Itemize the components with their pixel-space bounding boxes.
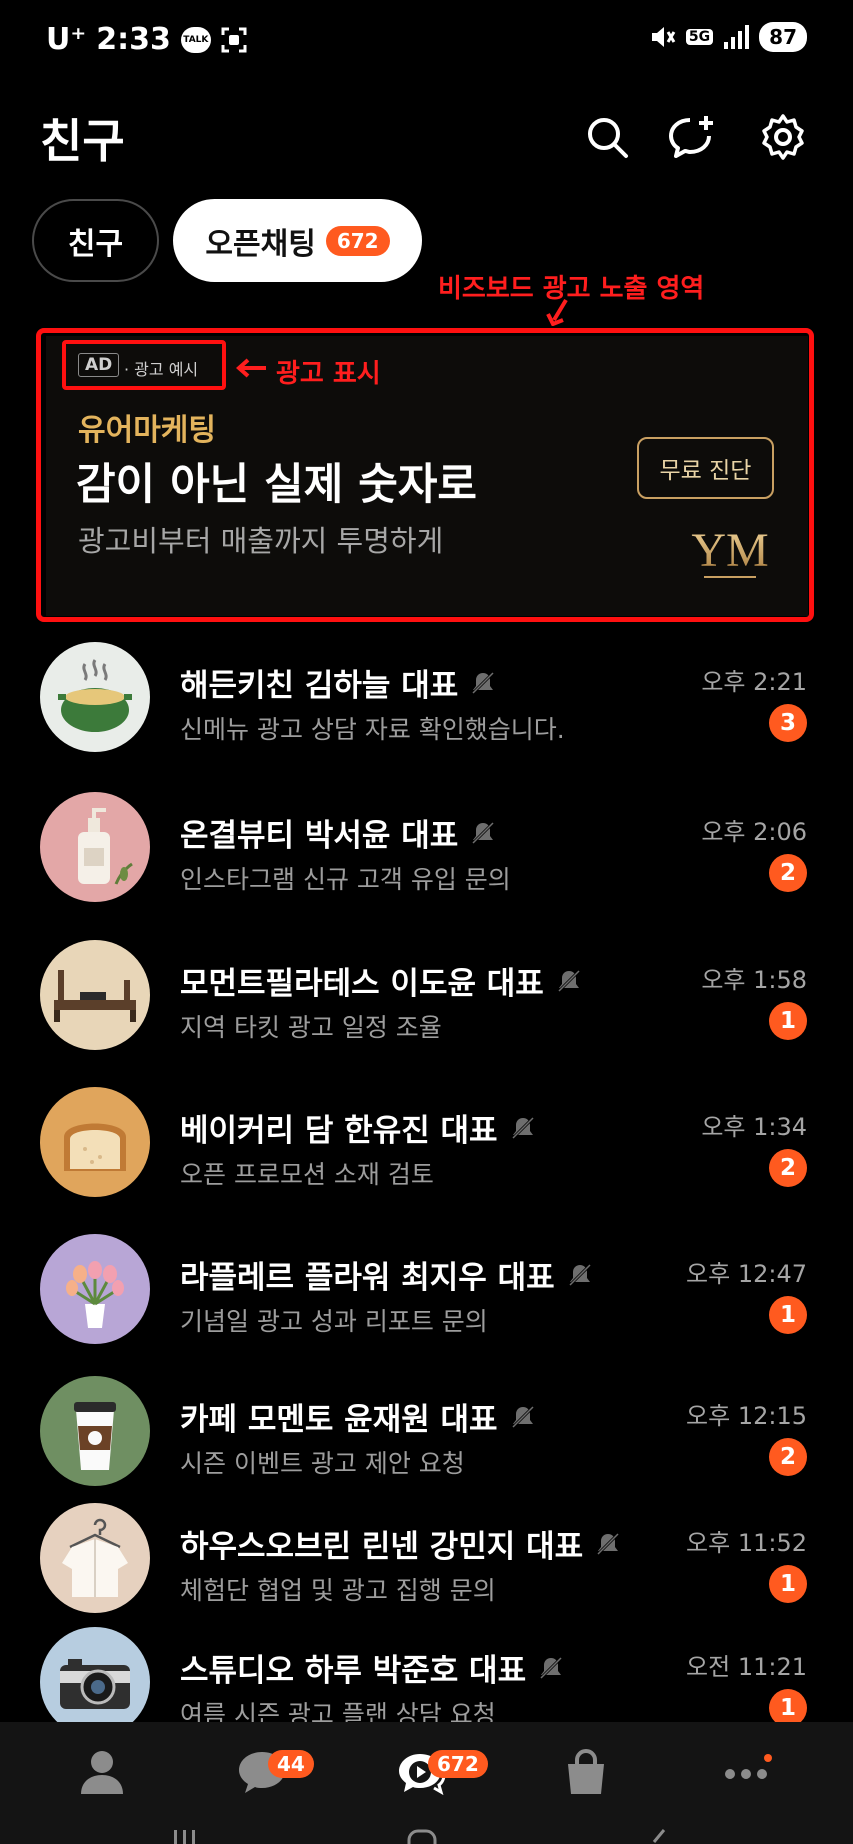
kakaotalk-notification-icon: TALK [180, 26, 211, 53]
annotation-arrow-down-icon [546, 298, 568, 326]
signal-icon [724, 25, 750, 49]
chat-time: 오후 2:06 [701, 818, 807, 846]
chat-time: 오전 11:21 [686, 1653, 807, 1681]
chat-name: 해든키친 김하늘 대표 [180, 660, 496, 705]
settings-gear-icon[interactable] [758, 112, 808, 162]
tab-friends[interactable]: 친구 [32, 199, 159, 282]
nav-openchat-badge: 672 [428, 1750, 488, 1778]
chat-time: 오후 11:52 [686, 1529, 807, 1557]
network-type: 5G [685, 29, 714, 45]
chat-name: 라플레르 플라워 최지우 대표 [180, 1252, 593, 1297]
unread-badge: 1 [769, 1565, 807, 1603]
nav-more-icon[interactable] [716, 1742, 776, 1802]
page-title: 친구 [40, 114, 125, 168]
ad-label-annotation: 광고 표시 [276, 359, 381, 389]
lotion-bottle-icon [40, 792, 150, 902]
bottom-nav: 44 672 [0, 1722, 853, 1844]
chat-time: 오후 12:47 [686, 1260, 807, 1288]
muted-bell-icon [540, 1656, 563, 1679]
chat-time: 오후 1:34 [701, 1113, 807, 1141]
muted-bell-icon [557, 969, 580, 992]
ad-sample-label: · 광고 예시 [124, 360, 199, 379]
status-bar: U⁺ 2:33 TALK 5G 87 [0, 0, 853, 80]
camera-icon [40, 1627, 150, 1737]
ad-brand-logo: YM [691, 524, 769, 578]
chat-row[interactable]: 라플레르 플라워 최지우 대표기념일 광고 성과 리포트 문의 오후 12:47 1 [0, 1224, 853, 1354]
chat-preview: 오픈 프로모션 소재 검토 [180, 1160, 434, 1189]
tab-openchat-label: 오픈채팅 [205, 226, 316, 262]
nav-chats-badge: 44 [268, 1750, 314, 1778]
muted-bell-icon [568, 1263, 591, 1286]
mute-icon [651, 27, 676, 47]
ad-cta-button[interactable]: 무료 진단 [637, 437, 774, 499]
home-icon[interactable] [406, 1828, 438, 1844]
unread-badge: 1 [769, 1296, 807, 1334]
chat-preview: 기념일 광고 성과 리포트 문의 [180, 1307, 488, 1336]
chat-name: 온결뷰티 박서윤 대표 [180, 810, 496, 855]
unread-badge: 2 [769, 1149, 807, 1187]
ad-headline: 감이 아닌 실제 숫자로 [76, 460, 477, 510]
chat-row[interactable]: 모먼트필라테스 이도윤 대표지역 타킷 광고 일정 조율 오후 1:58 1 [0, 930, 853, 1060]
tulip-vase-icon [40, 1234, 150, 1344]
unread-badge: 2 [769, 1438, 807, 1476]
chat-preview: 지역 타킷 광고 일정 조율 [180, 1013, 442, 1042]
back-icon[interactable] [646, 1828, 670, 1844]
chat-name: 베이커리 담 한유진 대표 [180, 1105, 536, 1150]
battery-indicator: 87 [759, 22, 807, 52]
chat-name: 스튜디오 하루 박준호 대표 [180, 1645, 564, 1690]
chat-preview: 인스타그램 신규 고객 유입 문의 [180, 865, 511, 894]
chat-name: 하우스오브린 린넨 강민지 대표 [180, 1521, 621, 1566]
new-chat-icon[interactable] [666, 112, 716, 162]
reformer-icon [40, 940, 150, 1050]
pot-icon [40, 642, 150, 752]
unread-badge: 2 [769, 854, 807, 892]
ad-subtext: 광고비부터 매출까지 투명하게 [78, 524, 444, 558]
svg-text:YM: YM [691, 524, 768, 577]
chat-row[interactable]: 온결뷰티 박서윤 대표인스타그램 신규 고객 유입 문의 오후 2:06 2 [0, 782, 853, 912]
chat-name: 모먼트필라테스 이도윤 대표 [180, 958, 582, 1003]
chat-time: 오후 1:58 [701, 966, 807, 994]
muted-bell-icon [597, 1532, 620, 1555]
clock: 2:33 [96, 22, 171, 57]
muted-bell-icon [511, 1405, 534, 1428]
search-icon[interactable] [582, 112, 632, 162]
unread-badge: 3 [769, 704, 807, 742]
coffee-cup-icon [40, 1376, 150, 1486]
annotation-arrow-left-icon [236, 358, 266, 378]
tab-openchat-badge: 672 [325, 225, 390, 256]
nav-friends-icon[interactable] [72, 1742, 132, 1802]
recent-apps-icon[interactable] [172, 1828, 198, 1844]
chat-row[interactable]: 하우스오브린 린넨 강민지 대표체험단 협업 및 광고 집행 문의 오후 11:5… [0, 1493, 853, 1623]
muted-bell-icon [472, 821, 495, 844]
bread-icon [40, 1087, 150, 1197]
chat-preview: 시즌 이벤트 광고 제안 요청 [180, 1449, 465, 1478]
tab-openchat[interactable]: 오픈채팅 672 [173, 199, 422, 282]
chat-row[interactable]: 베이커리 담 한유진 대표오픈 프로모션 소재 검토 오후 1:34 2 [0, 1077, 853, 1207]
ad-brand-name: 유어마케팅 [78, 413, 216, 448]
ad-badge: AD [78, 353, 120, 377]
screenshot-icon [221, 27, 247, 52]
shirt-hanger-icon [40, 1503, 150, 1613]
chat-time: 오후 2:21 [701, 668, 807, 696]
muted-bell-icon [511, 1116, 534, 1139]
unread-badge: 1 [769, 1002, 807, 1040]
nav-shopping-icon[interactable] [556, 1742, 616, 1802]
chat-preview: 체험단 협업 및 광고 집행 문의 [180, 1576, 496, 1605]
chat-name: 카페 모멘토 윤재원 대표 [180, 1394, 536, 1439]
carrier-label: U⁺ [46, 22, 87, 57]
chat-row[interactable]: 카페 모멘토 윤재원 대표시즌 이벤트 광고 제안 요청 오후 12:15 2 [0, 1366, 853, 1496]
muted-bell-icon [472, 671, 495, 694]
chat-preview: 신메뉴 광고 상담 자료 확인했습니다. [180, 715, 565, 744]
chat-time: 오후 12:15 [686, 1402, 807, 1430]
chat-row[interactable]: 해든키친 김하늘 대표신메뉴 광고 상담 자료 확인했습니다. 오후 2:21 3 [0, 632, 853, 762]
